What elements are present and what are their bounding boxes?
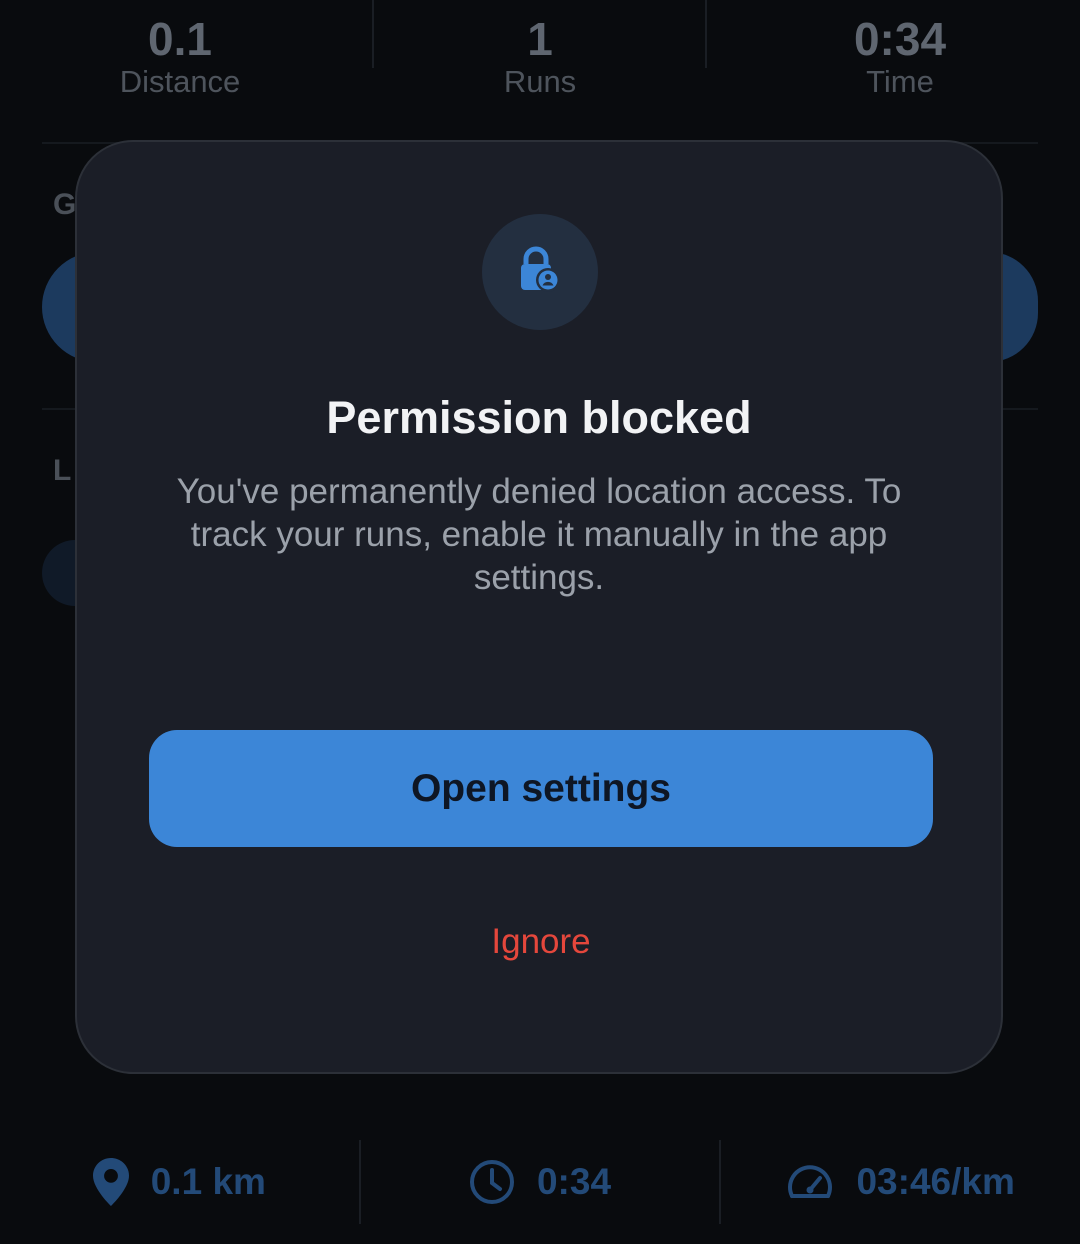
divider bbox=[705, 0, 707, 68]
permission-dialog: Permission blocked You've permanently de… bbox=[75, 140, 1003, 1074]
ignore-button[interactable]: Ignore bbox=[441, 914, 641, 970]
stat-value: 0:34 bbox=[853, 13, 947, 65]
dialog-title: Permission blocked bbox=[326, 392, 752, 443]
stat-label: Distance bbox=[119, 64, 241, 99]
summary-value: 0.1 km bbox=[150, 1161, 266, 1202]
dialog-message: You've permanently denied location acces… bbox=[176, 472, 902, 597]
lock-person-icon bbox=[519, 246, 561, 299]
section-heading: G bbox=[53, 188, 77, 221]
speedometer-icon bbox=[786, 1162, 834, 1202]
divider bbox=[358, 1140, 361, 1224]
location-pin-icon bbox=[92, 1158, 129, 1206]
stats-summary: 0.1 Distance 1 Runs 0:34 Time bbox=[0, 0, 1080, 110]
stat-label: Runs bbox=[503, 64, 577, 99]
divider bbox=[719, 1140, 722, 1224]
open-settings-button[interactable]: Open settings bbox=[149, 730, 933, 847]
summary-time: 0:34 bbox=[361, 1140, 720, 1224]
button-label: Ignore bbox=[491, 922, 591, 961]
dialog-icon-badge bbox=[482, 214, 598, 330]
stat-time: 0:34 Time bbox=[720, 0, 1080, 110]
run-summary-bar: 0.1 km 0:34 03:46/km bbox=[0, 1140, 1080, 1224]
summary-value: 03:46/km bbox=[856, 1161, 1015, 1202]
stat-runs: 1 Runs bbox=[360, 0, 720, 110]
summary-distance: 0.1 km bbox=[0, 1140, 359, 1224]
clock-icon bbox=[469, 1159, 515, 1205]
stat-label: Time bbox=[866, 64, 934, 99]
stat-value: 0.1 bbox=[148, 13, 212, 65]
summary-value: 0:34 bbox=[536, 1161, 612, 1202]
divider bbox=[372, 0, 374, 68]
section-heading: L bbox=[53, 454, 72, 487]
stat-distance: 0.1 Distance bbox=[0, 0, 360, 110]
stat-value: 1 bbox=[527, 13, 553, 65]
summary-pace: 03:46/km bbox=[721, 1140, 1080, 1224]
button-label: Open settings bbox=[410, 766, 672, 810]
